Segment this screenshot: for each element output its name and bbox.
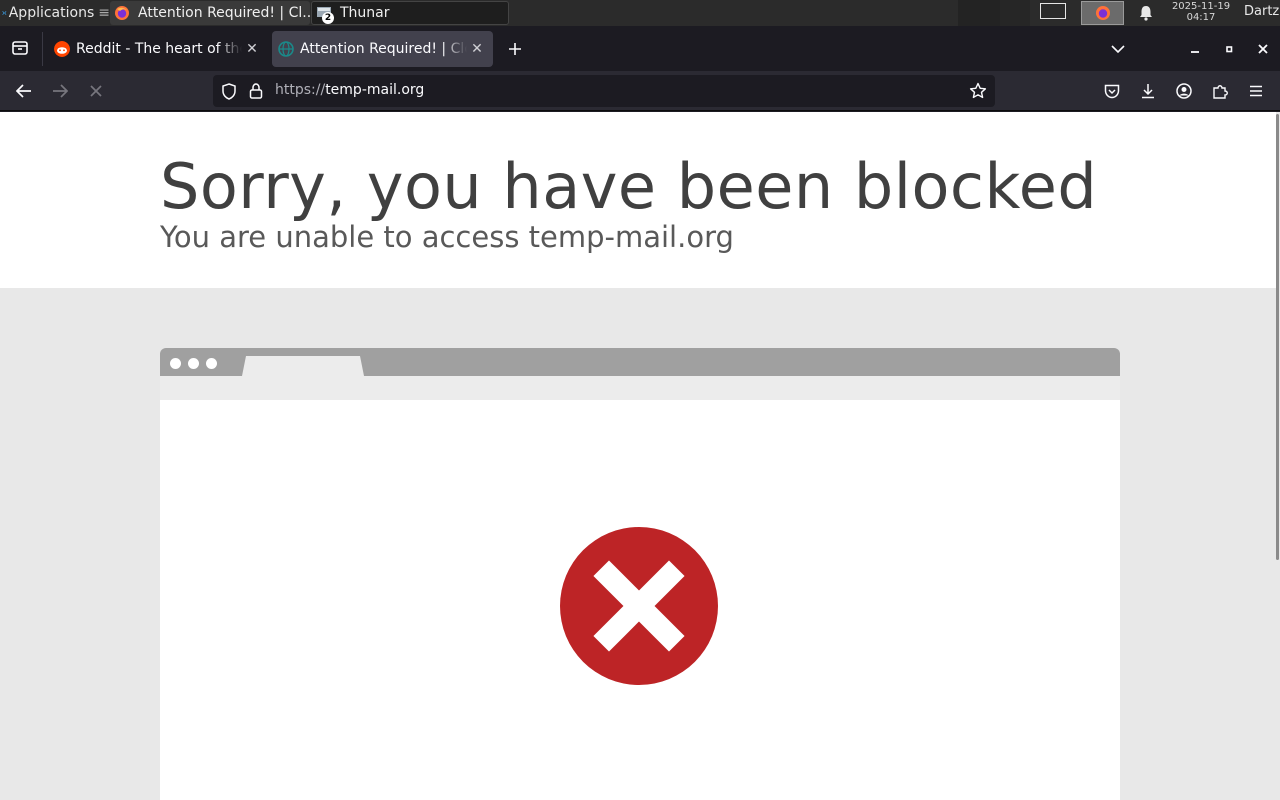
bookmark-star-icon[interactable] [969,82,987,100]
tracking-protection-shield-icon[interactable] [221,83,237,100]
browser-illustration-frame [160,400,1120,800]
scrollbar-thumb[interactable] [1276,114,1279,560]
chevron-down-icon [1111,45,1125,54]
cloudflare-globe-icon [278,41,294,57]
tab-attention-required[interactable]: Attention Required! | Cloudflare ✕ [272,31,493,67]
url-bar[interactable]: https://temp-mail.org [213,75,995,107]
clock[interactable]: 2025-11-19 04:17 [1166,1,1236,23]
notification-bell-icon[interactable] [1137,4,1155,22]
hamburger-menu-icon [1250,85,1262,97]
blocked-error-icon [560,527,718,685]
close-tab-icon[interactable]: ✕ [242,39,262,59]
extensions-button[interactable] [1208,79,1232,103]
tab-divider [42,32,43,66]
plus-icon [509,43,521,55]
menu-more-icon: ≡ [98,5,110,21]
account-icon [1176,83,1192,99]
illustration-tab [242,356,364,376]
minimize-button[interactable] [1184,38,1206,60]
maximize-button[interactable] [1218,38,1240,60]
account-button[interactable] [1172,79,1196,103]
firefox-icon [1095,6,1110,20]
illustration-dot [170,358,181,369]
close-tab-icon[interactable]: ✕ [467,39,487,59]
x-mark-icon [593,560,685,652]
arrow-right-icon [53,84,68,98]
firefox-view-icon [12,41,28,55]
back-button[interactable] [12,79,36,103]
lock-icon[interactable] [249,83,263,99]
tab-label: Attention Required! | Cloudflare [300,41,467,57]
tray-firefox-button[interactable] [1081,1,1124,25]
illustration-dot [206,358,217,369]
downloads-button[interactable] [1136,79,1160,103]
forward-button[interactable] [48,79,72,103]
pocket-button[interactable] [1100,79,1124,103]
url-text[interactable]: https://temp-mail.org [275,82,424,98]
minimize-icon [1191,51,1199,53]
applications-label: Applications [8,5,95,21]
taskbar-spacer [958,0,1000,26]
page-scrollbar[interactable] [1276,112,1280,800]
stop-loading-button[interactable] [84,79,108,103]
reddit-icon [54,41,70,57]
close-window-button[interactable] [1252,38,1274,60]
download-icon [1142,84,1154,99]
list-all-tabs-button[interactable] [1106,37,1130,61]
stop-icon [90,85,102,97]
navigation-toolbar: https://temp-mail.org [0,71,1280,111]
firefox-icon [115,6,129,20]
clock-time: 04:17 [1186,12,1216,23]
close-icon [1258,44,1268,54]
taskbar-task-thunar[interactable]: 2 Thunar [311,1,509,25]
url-host: temp-mail.org [325,82,425,98]
page-title: Sorry, you have been blocked [160,150,1098,223]
tab-reddit[interactable]: Reddit - The heart of the internet ✕ [48,31,268,67]
pocket-icon [1104,84,1120,98]
page-content: Sorry, you have been blocked You are una… [0,112,1280,800]
arrow-left-icon [16,84,31,98]
task-count-badge: 2 [322,12,334,24]
illustration-dot [188,358,199,369]
taskbar-spacer [1000,0,1030,26]
page-subtitle: You are unable to access temp-mail.org [160,220,734,254]
illustration-toolbar [160,376,1120,400]
url-scheme: https:// [275,82,326,98]
taskbar-task-label: Thunar [340,5,390,21]
puzzle-icon [1213,85,1228,99]
os-taskbar: Applications ≡ Attention Required! | Cl.… [0,0,1280,26]
browser-tab-strip: Reddit - The heart of the internet ✕ Att… [0,26,1280,71]
new-tab-button[interactable] [503,37,527,61]
thunar-icon: 2 [316,5,334,24]
taskbar-task-firefox[interactable]: Attention Required! | Cl... [110,1,310,25]
clock-date: 2025-11-19 [1171,1,1231,12]
application-menu-button[interactable] [1244,79,1268,103]
browser-illustration-bar [160,348,1120,376]
taskbar-task-label: Attention Required! | Cl... [138,5,310,21]
maximize-icon [1226,46,1233,53]
user-menu[interactable]: Dartz [1244,4,1279,19]
firefox-view-button[interactable] [8,36,32,60]
workspace-switcher-icon[interactable] [1040,3,1066,19]
tab-label: Reddit - The heart of the internet [76,41,242,57]
applications-menu[interactable]: Applications ≡ [0,0,110,26]
block-header: Sorry, you have been blocked You are una… [0,112,1276,288]
xfce-logo-icon [2,11,7,15]
